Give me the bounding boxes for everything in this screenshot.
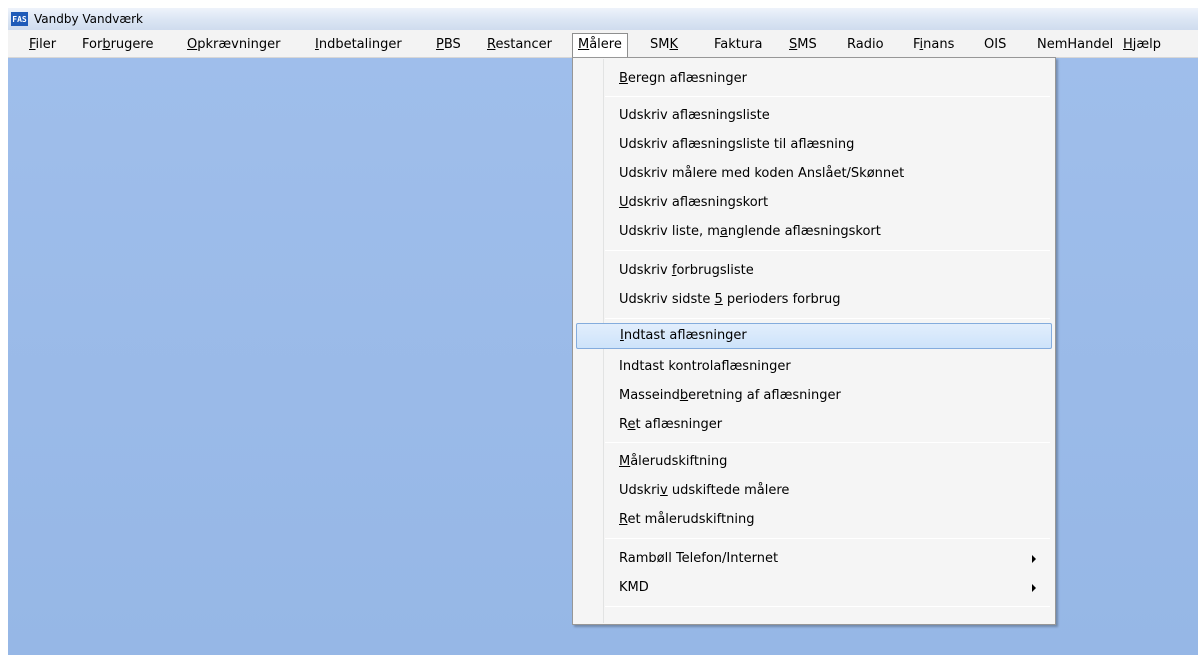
app-window: FAS Vandby Vandværk Filer Forbrugere Opk… xyxy=(8,8,1198,655)
menu-pbs[interactable]: PBS xyxy=(431,33,466,56)
menu-item-indtast-kontrolaflaesninger[interactable]: Indtast kontrolaflæsninger xyxy=(576,354,1052,380)
menu-item-udskriv-manglende-kort[interactable]: Udskriv liste, manglende aflæsningskort xyxy=(576,219,1052,245)
menu-ois[interactable]: OIS xyxy=(979,33,1011,56)
app-logo-icon: FAS xyxy=(11,12,28,26)
menu-restancer[interactable]: Restancer xyxy=(482,33,557,56)
menu-opkraevninger[interactable]: Opkrævninger xyxy=(182,33,286,56)
menu-nemhandel[interactable]: NemHandel xyxy=(1032,33,1118,56)
menu-item-udskriv-forbrugsliste[interactable]: Udskriv forbrugsliste xyxy=(576,258,1052,284)
menu-item-indtast-aflaesninger[interactable]: Indtast aflæsninger xyxy=(576,323,1052,349)
menu-item-udskriv-aflaesningsliste-til-aflaesning[interactable]: Udskriv aflæsningsliste til aflæsning xyxy=(576,132,1052,158)
title-bar: FAS Vandby Vandværk xyxy=(8,8,1198,30)
menu-separator xyxy=(605,318,1050,319)
menu-item-udskriv-aflaesningskort[interactable]: Udskriv aflæsningskort xyxy=(576,190,1052,216)
menu-item-kmd[interactable]: KMD xyxy=(576,575,1052,601)
menu-separator xyxy=(605,250,1050,251)
menu-maalere[interactable]: Målere xyxy=(572,33,628,57)
menu-sms[interactable]: SMS xyxy=(784,33,822,56)
menu-item-udskriv-aflaesningsliste[interactable]: Udskriv aflæsningsliste xyxy=(576,103,1052,129)
menu-filer[interactable]: Filer xyxy=(24,33,61,56)
menu-item-beregn-aflaesninger[interactable]: Beregn aflæsninger xyxy=(576,66,1052,92)
window-title: Vandby Vandværk xyxy=(34,12,144,26)
menu-item-ramboll-telefon-internet[interactable]: Rambøll Telefon/Internet xyxy=(576,546,1052,572)
menu-separator xyxy=(605,96,1050,97)
menu-separator xyxy=(605,442,1050,443)
submenu-arrow-icon xyxy=(1032,555,1036,563)
menu-item-maalerudskiftning[interactable]: Målerudskiftning xyxy=(576,449,1052,475)
menu-item-ret-maalerudskiftning[interactable]: Ret målerudskiftning xyxy=(576,507,1052,533)
menu-indbetalinger[interactable]: Indbetalinger xyxy=(310,33,407,56)
menu-item-udskriv-udskiftede-maalere[interactable]: Udskriv udskiftede målere xyxy=(576,478,1052,504)
menu-item-udskriv-sidste-5-perioder[interactable]: Udskriv sidste 5 perioders forbrug xyxy=(576,287,1052,313)
menu-separator xyxy=(605,606,1050,607)
menu-hjaelp[interactable]: Hjælp xyxy=(1118,33,1166,56)
menu-separator xyxy=(605,538,1050,539)
menu-bar: Filer Forbrugere Opkrævninger Indbetalin… xyxy=(8,30,1198,58)
menu-faktura[interactable]: Faktura xyxy=(709,33,767,56)
submenu-arrow-icon xyxy=(1032,584,1036,592)
menu-radio[interactable]: Radio xyxy=(842,33,889,56)
menu-forbrugere[interactable]: Forbrugere xyxy=(77,33,158,56)
menu-finans[interactable]: Finans xyxy=(908,33,959,56)
menu-item-ret-aflaesninger[interactable]: Ret aflæsninger xyxy=(576,412,1052,438)
menu-item-udskriv-maalere-anslaaet[interactable]: Udskriv målere med koden Anslået/Skønnet xyxy=(576,161,1052,187)
menu-smk[interactable]: SMK xyxy=(645,33,683,56)
menu-item-masseindberetning[interactable]: Masseindberetning af aflæsninger xyxy=(576,383,1052,409)
maalere-dropdown-menu: Beregn aflæsninger Udskriv aflæsningslis… xyxy=(572,57,1056,625)
